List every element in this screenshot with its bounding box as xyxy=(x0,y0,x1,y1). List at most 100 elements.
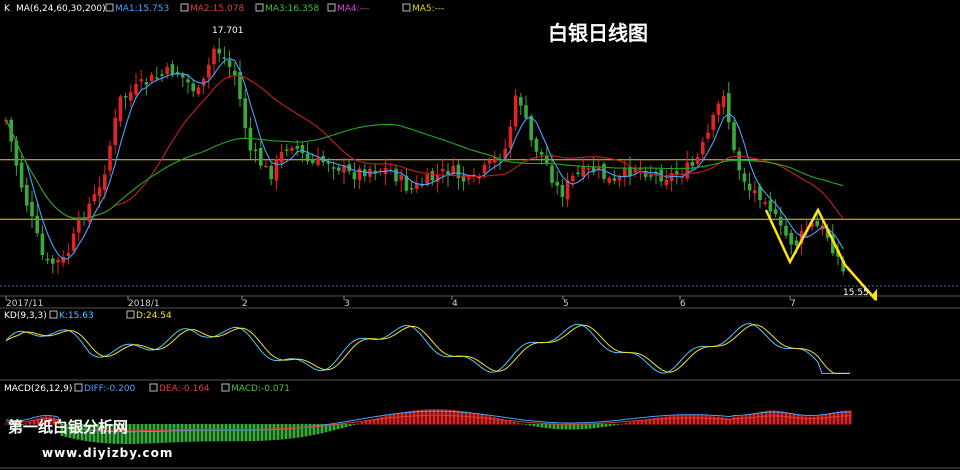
macd-bar xyxy=(704,415,708,425)
macd-bar xyxy=(272,424,276,441)
candle-body xyxy=(784,225,788,236)
macd-bar xyxy=(136,424,140,444)
candle-body xyxy=(191,83,195,92)
candle-body xyxy=(612,178,617,181)
macd-bar xyxy=(844,410,848,425)
kd-d-value: D:24.54 xyxy=(136,311,172,321)
macd-diff-checkbox[interactable] xyxy=(74,383,83,392)
ma1-checkbox[interactable] xyxy=(105,3,114,12)
macd-hist-checkbox[interactable] xyxy=(221,383,230,392)
macd-dea-checkbox[interactable] xyxy=(149,383,158,392)
candle-body xyxy=(139,79,143,82)
macd-bar xyxy=(456,410,460,425)
x-tick-label: 7 xyxy=(790,299,796,309)
macd-bar xyxy=(128,424,132,444)
candle-body xyxy=(576,172,580,174)
candle-body xyxy=(695,156,700,164)
candle-body xyxy=(409,188,414,190)
macd-bar xyxy=(816,415,820,425)
macd-bar xyxy=(764,410,768,425)
candle-body xyxy=(794,240,799,246)
header-ma1: MA1:15.753 xyxy=(115,4,169,14)
candle-body xyxy=(357,168,362,181)
macd-bar xyxy=(216,424,220,442)
header-k-label: K xyxy=(4,4,11,14)
candle-body xyxy=(581,166,585,177)
kd-d-checkbox[interactable] xyxy=(126,310,135,319)
macd-bar xyxy=(744,415,748,425)
candle-body xyxy=(233,70,237,76)
candle-body xyxy=(571,175,575,182)
candle-body xyxy=(508,126,513,149)
panel-frames xyxy=(0,295,960,469)
macd-bar xyxy=(580,424,584,430)
macd-bar xyxy=(408,411,412,425)
candle-body xyxy=(45,258,50,261)
candle-body xyxy=(290,148,294,151)
ma4-checkbox[interactable] xyxy=(327,3,336,12)
candle-body xyxy=(295,146,299,149)
candle-body xyxy=(649,175,653,177)
macd-bar xyxy=(596,424,600,428)
macd-bar xyxy=(392,413,396,425)
macd-bar xyxy=(748,414,752,425)
candle-body xyxy=(721,95,726,108)
macd-bar xyxy=(400,412,404,425)
macd-bar xyxy=(680,415,684,425)
macd-bar xyxy=(228,424,232,442)
candle-body xyxy=(529,116,533,141)
macd-bar xyxy=(264,424,268,441)
ma3-checkbox[interactable] xyxy=(255,3,264,12)
candle-body xyxy=(550,165,554,183)
x-tick-label: 2017/11 xyxy=(6,299,43,309)
kd-k-line xyxy=(5,323,850,374)
macd-bar xyxy=(836,411,840,425)
macd-bar xyxy=(460,410,464,425)
ma2-checkbox[interactable] xyxy=(180,3,189,12)
header-ma3: MA3:16.358 xyxy=(265,4,319,14)
macd-bar xyxy=(528,424,532,426)
candle-body xyxy=(155,77,159,79)
macd-bar xyxy=(340,424,344,429)
macd-bar xyxy=(812,416,816,425)
candle-body xyxy=(815,220,819,226)
macd-bar xyxy=(396,413,400,425)
candle-body xyxy=(316,157,320,165)
macd-bar xyxy=(584,424,588,429)
kd-header: KD(9,3,3) K:15.63 D:24.54 xyxy=(4,310,172,321)
macd-bar xyxy=(612,424,616,426)
candle-body xyxy=(727,93,731,123)
candle-body xyxy=(264,165,268,168)
macd-bar xyxy=(508,420,512,425)
macd-bar xyxy=(364,420,368,425)
macd-bar xyxy=(736,416,740,425)
candle-body xyxy=(565,180,570,200)
candle-body xyxy=(482,164,487,174)
macd-bar xyxy=(588,424,592,429)
candle-body xyxy=(779,216,783,226)
candle-body xyxy=(97,187,102,197)
candle-body xyxy=(196,87,201,95)
macd-bar xyxy=(404,411,408,425)
candle-body xyxy=(35,215,39,234)
macd-bar xyxy=(484,415,488,425)
macd-bar xyxy=(720,417,724,425)
macd-bar xyxy=(800,415,804,425)
macd-hist-value: MACD:-0.071 xyxy=(231,384,290,394)
candle-body xyxy=(129,92,133,101)
candle-body xyxy=(753,190,757,194)
kd-k-checkbox[interactable] xyxy=(49,310,58,319)
macd-bar xyxy=(708,415,712,425)
candle-body xyxy=(467,177,471,180)
macd-bar xyxy=(620,423,624,425)
candle-body xyxy=(149,74,154,81)
macd-bar xyxy=(548,424,552,429)
candle-body xyxy=(165,67,169,74)
candle-body xyxy=(77,219,81,233)
candle-body xyxy=(763,202,767,204)
ma5-checkbox[interactable] xyxy=(402,3,411,12)
candle-body xyxy=(430,171,435,181)
macd-bar xyxy=(232,424,236,442)
candle-body xyxy=(71,233,76,251)
candle-body xyxy=(279,151,284,163)
